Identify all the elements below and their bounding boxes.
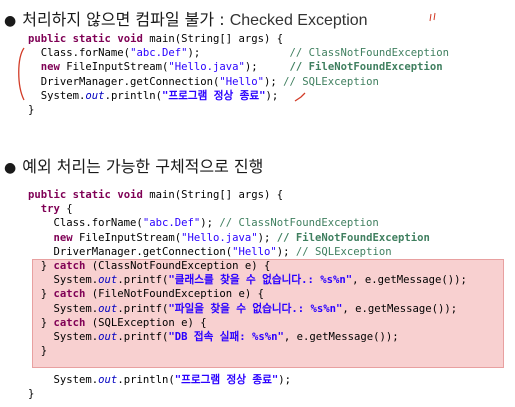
- bullet-icon: ●: [4, 13, 17, 29]
- section1-heading-ko: 처리하지 않으면 컴파일 불가 :: [22, 10, 230, 29]
- section2-heading: ● 예외 처리는 가능한 구체적으로 진행: [4, 153, 263, 177]
- bracket-annotation-icon: [18, 47, 25, 101]
- section2-heading-text: 예외 처리는 가능한 구체적으로 진행: [22, 157, 264, 176]
- code-block-2: public static void main(String[] args) {…: [28, 189, 467, 400]
- section1-heading: ● 처리하지 않으면 컴파일 불가 : Checked Exception: [4, 6, 368, 30]
- scribble-mark-icon: [429, 12, 436, 22]
- bullet-icon: ●: [4, 160, 17, 176]
- tick-annotation-icon: [294, 92, 306, 102]
- section1-heading-en: Checked Exception: [229, 12, 368, 29]
- code-block-1: public static void main(String[] args) {…: [28, 33, 449, 117]
